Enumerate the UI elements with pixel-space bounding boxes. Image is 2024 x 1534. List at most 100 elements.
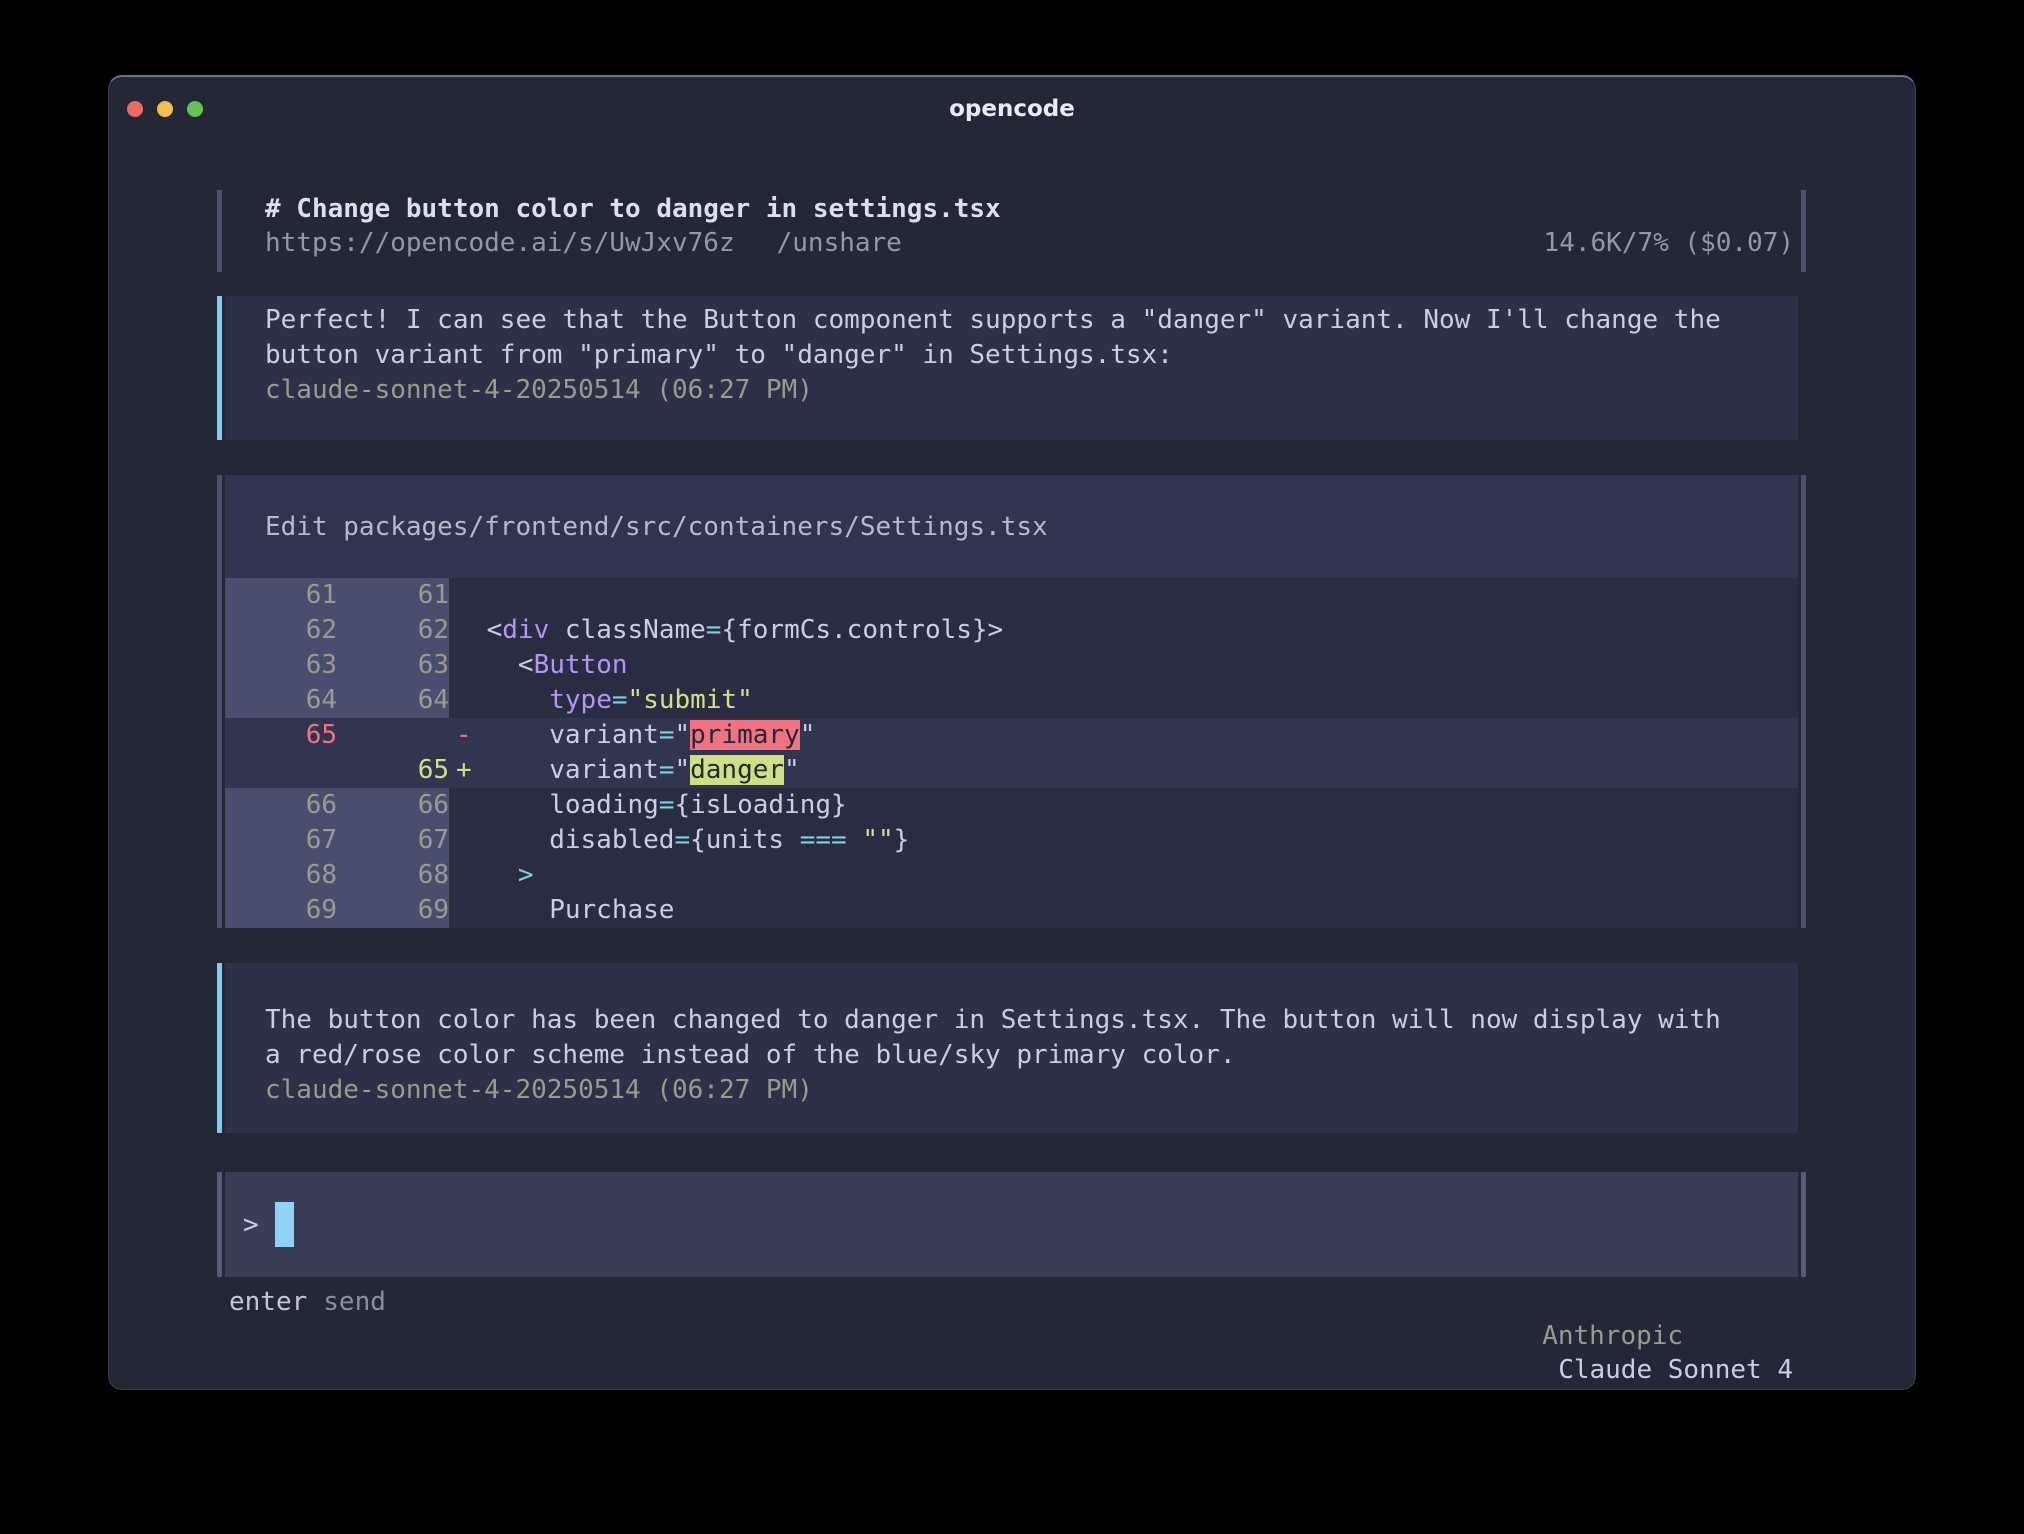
right-border <box>1801 190 1806 272</box>
message-model-timestamp: claude-sonnet-4-20250514 (06:27 PM) <box>265 373 1798 408</box>
line-number-old <box>225 753 337 788</box>
line-number-old: 69 <box>225 893 337 928</box>
close-button[interactable] <box>127 101 143 117</box>
code-token: = <box>674 825 690 855</box>
right-border <box>1801 1172 1806 1277</box>
diff-row: 65+ variant="danger" <box>225 753 1798 788</box>
code-token: " <box>800 720 816 750</box>
unshare-command[interactable]: /unshare <box>777 226 902 260</box>
zoom-button[interactable] <box>187 101 203 117</box>
code-token: "" <box>862 825 893 855</box>
line-number-old: 61 <box>225 578 337 613</box>
message-accent-border <box>217 296 222 440</box>
code-line: disabled={units === ""} <box>424 823 1798 858</box>
code-token: {formCs.controls}> <box>721 615 1003 645</box>
diff-file-header: Edit packages/frontend/src/containers/Se… <box>225 475 1798 578</box>
code-token: type <box>549 685 612 715</box>
code-token: " <box>784 755 800 785</box>
code-line <box>424 578 1798 613</box>
send-action-hint: send <box>323 1285 386 1390</box>
code-line: Purchase <box>424 893 1798 928</box>
line-number-old: 64 <box>225 683 337 718</box>
code-token: > <box>518 860 534 890</box>
code-token: loading <box>424 790 659 820</box>
code-line: - variant="primary" <box>424 718 1798 753</box>
code-token: === <box>800 825 847 855</box>
code-line: loading={isLoading} <box>424 788 1798 823</box>
provider-label: Anthropic <box>1542 1321 1683 1351</box>
code-token: = <box>706 615 722 645</box>
diff-row: 6969 Purchase <box>225 893 1798 928</box>
right-border <box>1801 475 1806 928</box>
diff-rows: 61616262 <div className={formCs.controls… <box>225 578 1798 928</box>
message-model-timestamp: claude-sonnet-4-20250514 (06:27 PM) <box>265 1073 1798 1108</box>
diff-marker: - <box>456 718 472 753</box>
code-token: {isLoading} <box>674 790 846 820</box>
code-line: > <box>424 858 1798 893</box>
prompt-caret: > <box>243 1210 259 1240</box>
prompt-block: > <box>217 1172 1806 1277</box>
code-token: disabled <box>424 825 674 855</box>
line-number-old: 67 <box>225 823 337 858</box>
diff-row: 6868 > <box>225 858 1798 893</box>
code-token: div <box>502 615 549 645</box>
code-line: <div className={formCs.controls}> <box>424 613 1798 648</box>
code-token: = <box>659 755 675 785</box>
code-token: className <box>549 615 706 645</box>
diff-row: 6666 loading={isLoading} <box>225 788 1798 823</box>
code-line: + variant="danger" <box>424 753 1798 788</box>
message-text-line: The button color has been changed to dan… <box>265 1003 1798 1038</box>
line-number-old: 62 <box>225 613 337 648</box>
line-number-old: 65 <box>225 718 337 753</box>
code-token: {units <box>690 825 800 855</box>
code-token: danger <box>690 755 784 785</box>
diff-row: 6464 type="submit" <box>225 683 1798 718</box>
code-line: <Button <box>424 648 1798 683</box>
share-url-link[interactable]: https://opencode.ai/s/UwJxv76z <box>265 226 735 260</box>
traffic-lights <box>127 101 203 117</box>
line-number-old: 63 <box>225 648 337 683</box>
edit-diff-card: Edit packages/frontend/src/containers/Se… <box>217 475 1806 928</box>
app-window: opencode # Change button color to danger… <box>108 75 1916 1390</box>
code-token: " <box>674 755 690 785</box>
text-cursor <box>275 1202 294 1247</box>
diff-row: 6767 disabled={units === ""} <box>225 823 1798 858</box>
code-token <box>424 685 549 715</box>
titlebar: opencode <box>109 77 1915 141</box>
code-token: "submit" <box>628 685 753 715</box>
left-border <box>217 190 222 272</box>
window-title: opencode <box>109 96 1915 122</box>
model-label: Claude Sonnet 4 <box>1558 1355 1793 1385</box>
left-border <box>217 475 222 928</box>
message-text-line: Perfect! I can see that the Button compo… <box>265 303 1798 338</box>
diff-row: 6363 <Button <box>225 648 1798 683</box>
assistant-message: Perfect! I can see that the Button compo… <box>217 296 1806 440</box>
code-token: = <box>612 685 628 715</box>
code-token: Purchase <box>424 895 674 925</box>
line-number-old: 68 <box>225 858 337 893</box>
prompt-input[interactable]: > <box>225 1172 1798 1277</box>
code-line: type="submit" <box>424 683 1798 718</box>
code-token: primary <box>690 720 800 750</box>
diff-row: 65 - variant="primary" <box>225 718 1798 753</box>
code-token: = <box>659 790 675 820</box>
code-token: < <box>424 650 534 680</box>
message-text-line: button variant from "primary" to "danger… <box>265 338 1798 373</box>
minimize-button[interactable] <box>157 101 173 117</box>
code-token: } <box>894 825 910 855</box>
session-title: # Change button color to danger in setti… <box>265 192 1798 226</box>
code-token <box>847 825 863 855</box>
hints-row: enter send Anthropic Claude Sonnet 4 <box>229 1285 1793 1390</box>
code-token: Button <box>534 650 628 680</box>
diff-row: 6262 <div className={formCs.controls}> <box>225 613 1798 648</box>
message-accent-border <box>217 963 222 1133</box>
line-number-old: 66 <box>225 788 337 823</box>
assistant-message: The button color has been changed to dan… <box>217 963 1806 1133</box>
code-token <box>424 860 518 890</box>
left-border <box>217 1172 222 1277</box>
message-text-line: a red/rose color scheme instead of the b… <box>265 1038 1798 1073</box>
code-token: = <box>659 720 675 750</box>
code-token: < <box>424 615 502 645</box>
session-header: # Change button color to danger in setti… <box>217 190 1806 272</box>
code-token: " <box>674 720 690 750</box>
